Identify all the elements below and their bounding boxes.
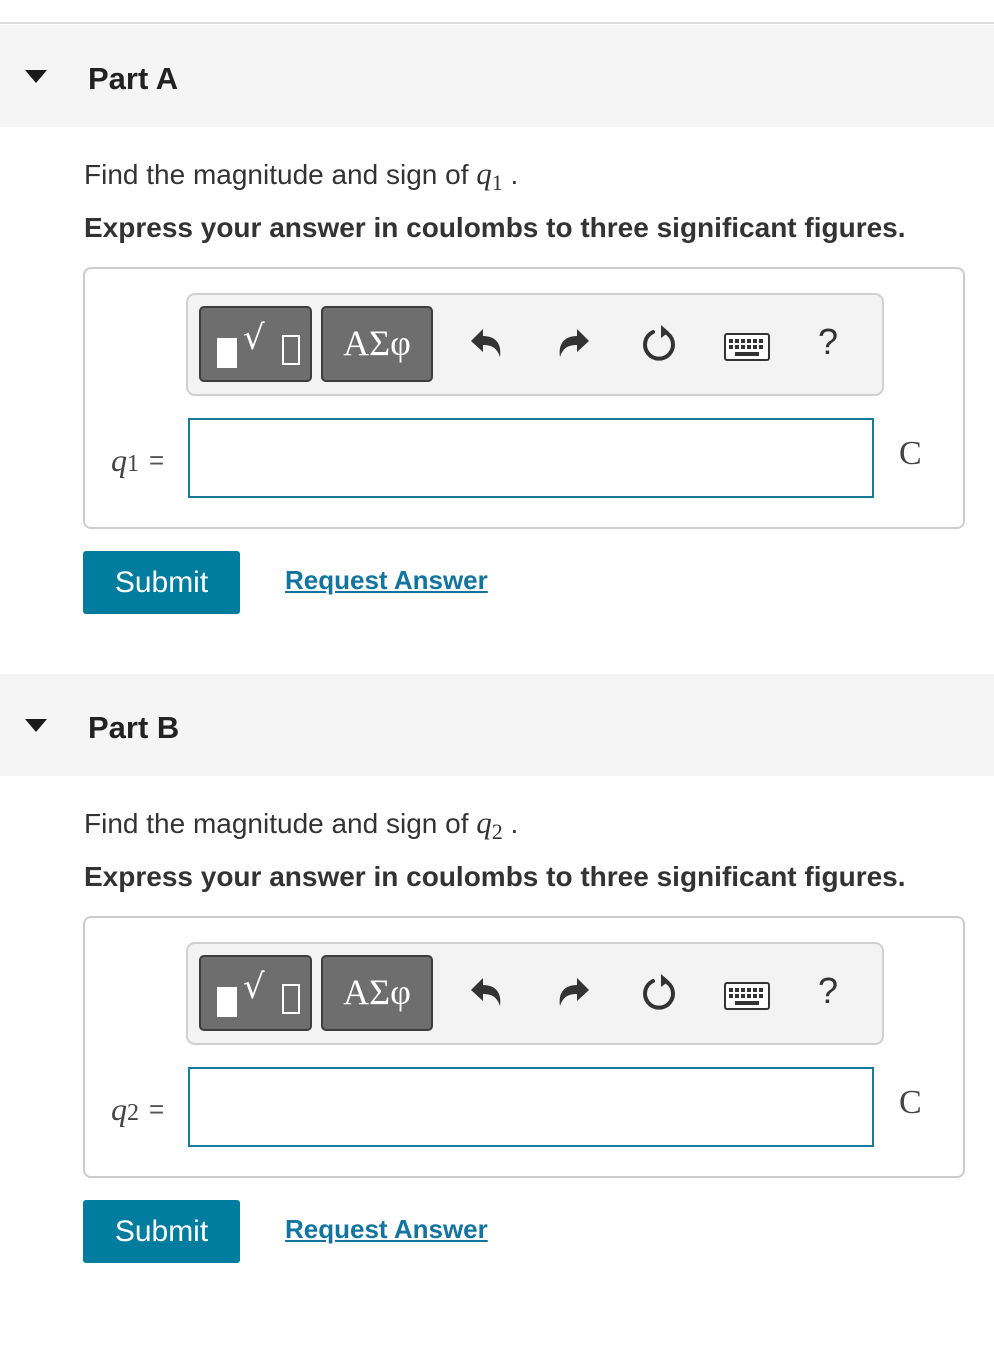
variable-symbol: q: [111, 1091, 127, 1127]
sqrt-icon: √: [243, 967, 265, 1007]
templates-icon: [217, 987, 237, 1017]
variable-label: q1: [111, 442, 139, 479]
prompt-text: Find the magnitude and sign of: [84, 808, 477, 839]
undo-icon[interactable]: [467, 321, 507, 365]
part-title: Part B: [88, 710, 180, 745]
placeholder-box-icon: [282, 335, 300, 365]
math-toolbar: √ ΑΣφ ?: [186, 942, 884, 1045]
keyboard-icon[interactable]: [724, 982, 770, 1010]
caret-down-icon[interactable]: [25, 70, 47, 83]
templates-button[interactable]: √: [199, 306, 312, 382]
keyboard-icon[interactable]: [724, 333, 770, 361]
templates-button[interactable]: √: [199, 955, 312, 1031]
unit-label: C: [899, 1084, 922, 1121]
part-a-header[interactable]: Part A: [0, 25, 994, 127]
greek-letters-button[interactable]: ΑΣφ: [321, 306, 433, 382]
prompt-period: .: [510, 808, 519, 839]
templates-icon: [217, 338, 237, 368]
unit-label: C: [899, 435, 922, 472]
math-toolbar: √ ΑΣφ ?: [186, 293, 884, 396]
greek-letters-icon: ΑΣφ: [343, 972, 411, 1012]
answer-box: √ ΑΣφ: [83, 916, 965, 1178]
undo-icon[interactable]: [467, 970, 507, 1014]
answer-input[interactable]: [188, 1067, 874, 1147]
redo-icon[interactable]: [553, 970, 593, 1014]
answer-instruction: Express your answer in coulombs to three…: [84, 212, 906, 243]
prompt-text: Find the magnitude and sign of: [84, 159, 477, 190]
question-prompt: Find the magnitude and sign of q2 .: [84, 805, 519, 844]
redo-icon[interactable]: [553, 321, 593, 365]
request-answer-link[interactable]: Request Answer: [285, 565, 488, 596]
placeholder-box-icon: [282, 984, 300, 1014]
greek-letters-button[interactable]: ΑΣφ: [321, 955, 433, 1031]
sqrt-icon: √: [243, 318, 265, 358]
answer-instruction: Express your answer in coulombs to three…: [84, 861, 906, 892]
equals-sign: =: [149, 445, 165, 475]
submit-button[interactable]: Submit: [83, 1200, 240, 1263]
answer-box: √ ΑΣφ: [83, 267, 965, 529]
reset-icon[interactable]: [639, 321, 679, 365]
part-title: Part A: [88, 61, 179, 96]
part-b-header[interactable]: Part B: [0, 674, 994, 776]
help-icon[interactable]: ?: [808, 317, 848, 367]
variable-label: q2: [111, 1091, 139, 1128]
prompt-period: .: [510, 159, 519, 190]
caret-down-icon[interactable]: [25, 719, 47, 732]
greek-letters-icon: ΑΣφ: [343, 323, 411, 363]
request-answer-link[interactable]: Request Answer: [285, 1214, 488, 1245]
prompt-variable: q: [476, 805, 492, 840]
top-divider: [0, 22, 994, 24]
help-icon[interactable]: ?: [808, 966, 848, 1016]
variable-subscript: 2: [127, 1100, 139, 1126]
equals-sign: =: [149, 1094, 165, 1124]
answer-input[interactable]: [188, 418, 874, 498]
prompt-subscript: 2: [491, 819, 503, 844]
prompt-variable: q: [476, 156, 492, 191]
variable-subscript: 1: [127, 451, 139, 477]
prompt-subscript: 1: [491, 170, 503, 195]
question-prompt: Find the magnitude and sign of q1 .: [84, 156, 519, 195]
submit-button[interactable]: Submit: [83, 551, 240, 614]
reset-icon[interactable]: [639, 970, 679, 1014]
variable-symbol: q: [111, 442, 127, 478]
